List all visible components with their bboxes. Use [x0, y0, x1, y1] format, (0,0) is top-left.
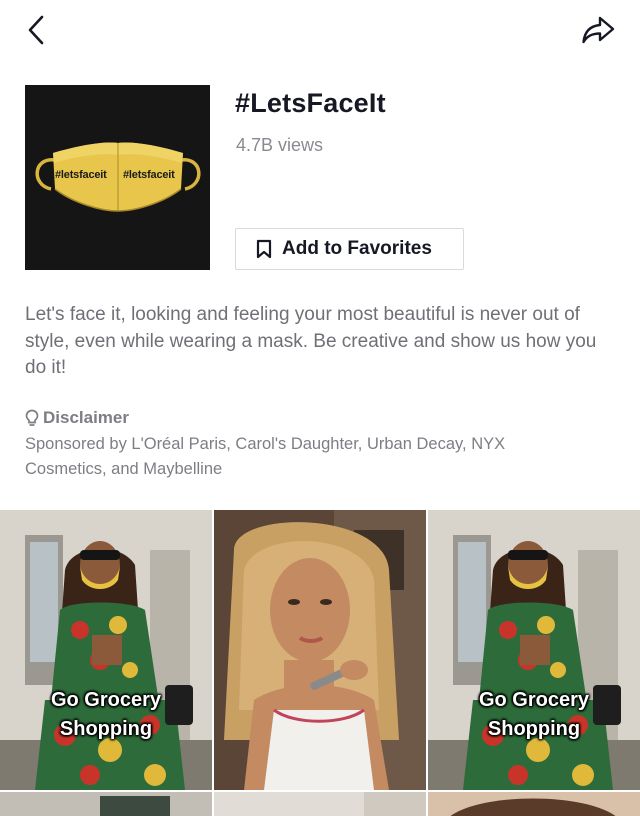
add-to-favorites-button[interactable]: Add to Favorites — [235, 228, 464, 270]
video-3-caption: Go Grocery Shopping — [428, 686, 640, 744]
video-3-caption-line2: Shopping — [487, 718, 581, 740]
mask-hashtag-right: #letsfaceit — [123, 169, 175, 181]
hashtag-description: Let's face it, looking and feeling your … — [25, 304, 597, 378]
chevron-left-icon — [28, 15, 44, 45]
bookmark-icon — [256, 239, 272, 259]
video-thumbnail-4[interactable] — [0, 792, 212, 816]
hashtag-cover-image: #letsfaceit #letsfaceit — [25, 85, 210, 270]
video-3-caption-line1: Go Grocery — [478, 689, 590, 711]
video-1-caption-line1: Go Grocery — [50, 689, 162, 711]
video-6-image — [428, 792, 640, 816]
video-1-image — [0, 510, 212, 790]
video-4-image — [0, 792, 212, 816]
video-2-image — [214, 510, 426, 790]
video-1-caption: Go Grocery Shopping — [0, 686, 212, 744]
mask-hashtag-left: #letsfaceit — [55, 169, 107, 181]
view-count: 4.7B views — [236, 135, 324, 155]
lightbulb-icon — [25, 409, 39, 426]
share-button[interactable] — [578, 12, 618, 48]
face-mask-image — [25, 85, 210, 270]
back-button[interactable] — [18, 12, 54, 48]
disclaimer-text: Sponsored by L'Oréal Paris, Carol's Daug… — [25, 435, 506, 478]
video-thumbnail-2[interactable] — [214, 510, 426, 790]
video-1-caption-line2: Shopping — [59, 718, 153, 740]
disclaimer-heading-label: Disclaimer — [43, 408, 129, 427]
video-thumbnail-5[interactable] — [214, 792, 426, 816]
add-to-favorites-label: Add to Favorites — [282, 238, 432, 259]
share-arrow-icon — [582, 16, 615, 44]
video-thumbnail-6[interactable] — [428, 792, 640, 816]
video-5-image — [214, 792, 426, 816]
video-3-image — [428, 510, 640, 790]
video-thumbnail-1[interactable]: Go Grocery Shopping — [0, 510, 212, 790]
disclaimer-heading: Disclaimer — [25, 408, 129, 428]
top-bar — [0, 0, 640, 62]
video-thumbnail-3[interactable]: Go Grocery Shopping — [428, 510, 640, 790]
hashtag-title: #LetsFaceIt — [235, 88, 386, 118]
